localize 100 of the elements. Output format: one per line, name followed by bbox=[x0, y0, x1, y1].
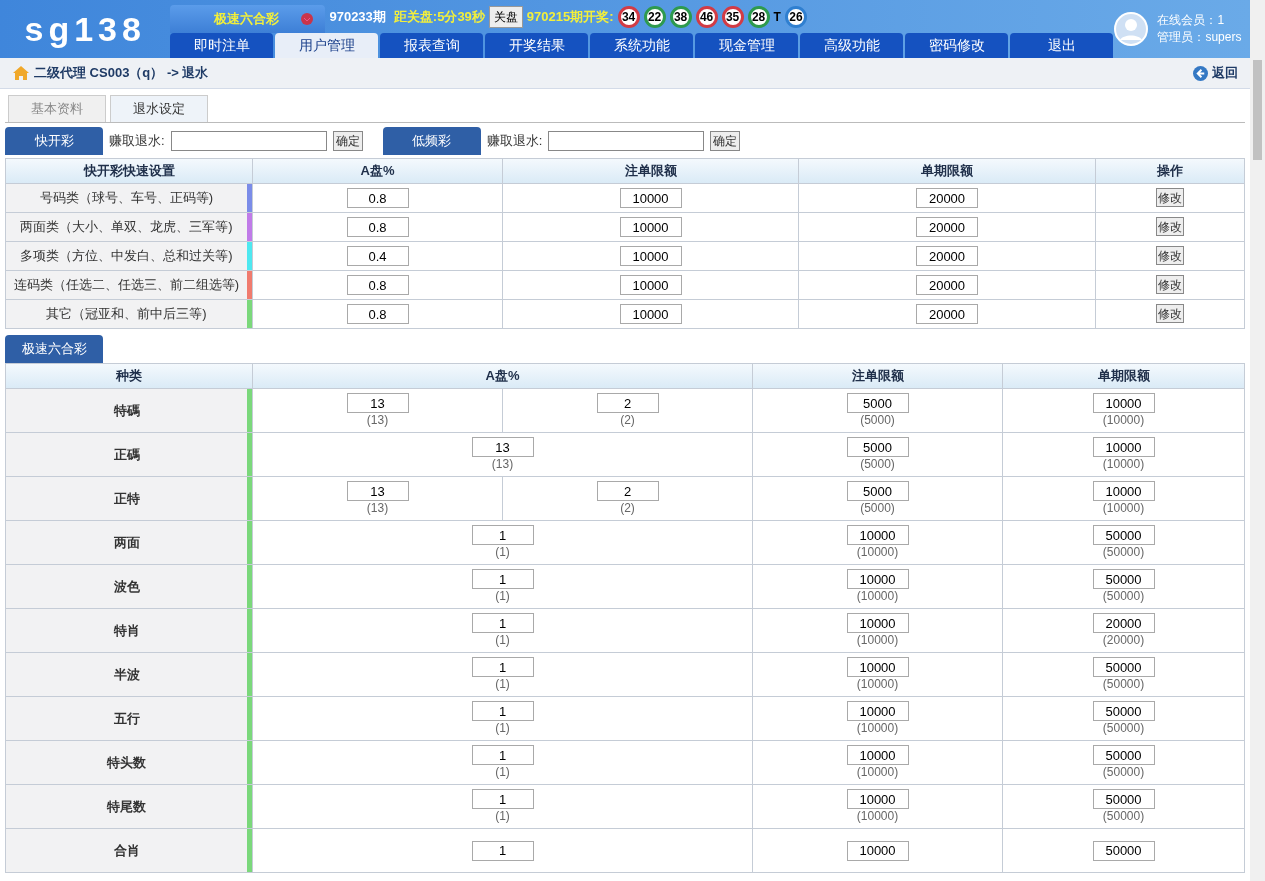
nav-tab[interactable]: 报表查询 bbox=[380, 33, 484, 58]
value-field[interactable]: 2 bbox=[596, 393, 659, 413]
value-field[interactable]: 1 bbox=[471, 701, 534, 721]
edit-button[interactable]: 修改 bbox=[1156, 188, 1184, 208]
default-value: (1) bbox=[495, 633, 510, 648]
edit-button[interactable]: 修改 bbox=[1156, 275, 1184, 295]
value-field[interactable]: 10000 bbox=[1092, 481, 1155, 501]
value-field[interactable]: 10000 bbox=[619, 275, 682, 295]
value-field[interactable]: 10000 bbox=[846, 613, 909, 633]
value-field[interactable]: 10000 bbox=[846, 701, 909, 721]
value-field[interactable]: 0.8 bbox=[346, 275, 409, 295]
value-field[interactable]: 20000 bbox=[1092, 613, 1155, 633]
column-header: 单期限额 bbox=[1002, 363, 1245, 389]
admin-name: 管理员：supers bbox=[1157, 29, 1242, 46]
scrollbar[interactable] bbox=[1250, 0, 1265, 881]
value-field[interactable]: 10000 bbox=[1092, 437, 1155, 457]
value-field[interactable]: 10000 bbox=[846, 657, 909, 677]
column-header: A盘% bbox=[252, 363, 753, 389]
value-field[interactable]: 20000 bbox=[916, 246, 978, 266]
default-value: (2) bbox=[620, 413, 635, 428]
dropdown-icon bbox=[301, 12, 314, 25]
value-field[interactable]: 13 bbox=[346, 481, 409, 501]
nav-tab[interactable]: 系统功能 bbox=[590, 33, 694, 58]
value-field[interactable]: 1 bbox=[471, 840, 534, 861]
rebate-field[interactable] bbox=[548, 130, 705, 151]
default-value: (10000) bbox=[1102, 413, 1145, 428]
column-header: 注单限额 bbox=[502, 158, 799, 184]
value-field[interactable]: 50000 bbox=[1092, 525, 1155, 545]
default-value: (50000) bbox=[1102, 765, 1145, 780]
value-field[interactable]: 0.8 bbox=[346, 304, 409, 324]
category-label: 正碼 bbox=[112, 445, 141, 464]
value-field[interactable]: 10000 bbox=[846, 525, 909, 545]
category-label: 波色 bbox=[112, 577, 141, 596]
default-value: (10000) bbox=[856, 589, 899, 604]
value-field[interactable]: 10000 bbox=[846, 745, 909, 765]
value-field[interactable]: 13 bbox=[471, 437, 534, 457]
value-field[interactable]: 1 bbox=[471, 613, 534, 633]
default-value: (50000) bbox=[1102, 589, 1145, 604]
nav-tab[interactable]: 密码修改 bbox=[905, 33, 1009, 58]
value-field[interactable]: 0.8 bbox=[346, 188, 409, 208]
value-field[interactable]: 50000 bbox=[1092, 745, 1155, 765]
nav-tab[interactable]: 开奖结果 bbox=[485, 33, 589, 58]
column-header: A盘% bbox=[252, 158, 503, 184]
value-field[interactable]: 2 bbox=[596, 481, 659, 501]
home-icon bbox=[12, 65, 30, 81]
default-value: (5000) bbox=[860, 413, 895, 428]
value-field[interactable]: 10000 bbox=[619, 246, 682, 266]
value-field[interactable]: 5000 bbox=[846, 393, 909, 413]
value-field[interactable]: 10000 bbox=[846, 569, 909, 589]
nav-tab[interactable]: 即时注单 bbox=[170, 33, 274, 58]
edit-button[interactable]: 修改 bbox=[1156, 217, 1184, 237]
value-field[interactable]: 50000 bbox=[1092, 840, 1155, 861]
nav-tab[interactable]: 退出 bbox=[1010, 33, 1114, 58]
default-value: (50000) bbox=[1102, 545, 1145, 560]
confirm-button[interactable]: 确定 bbox=[710, 130, 741, 151]
edit-button[interactable]: 修改 bbox=[1156, 246, 1184, 266]
default-value: (1) bbox=[495, 721, 510, 736]
value-field[interactable]: 10000 bbox=[619, 217, 682, 237]
back-link[interactable]: 返回 bbox=[1193, 63, 1238, 83]
value-field[interactable]: 50000 bbox=[1092, 657, 1155, 677]
default-value: (10000) bbox=[856, 633, 899, 648]
value-field[interactable]: 50000 bbox=[1092, 701, 1155, 721]
value-field[interactable]: 10000 bbox=[1092, 393, 1155, 413]
value-field[interactable]: 1 bbox=[471, 657, 534, 677]
nav-tab[interactable]: 现金管理 bbox=[695, 33, 799, 58]
section-label: 快开彩 bbox=[5, 126, 103, 155]
value-field[interactable]: 0.4 bbox=[346, 246, 409, 266]
value-field[interactable]: 20000 bbox=[916, 275, 978, 295]
value-field[interactable]: 5000 bbox=[846, 481, 909, 501]
rebate-field[interactable] bbox=[170, 130, 327, 151]
category-label: 其它（冠亚和、前中后三等) bbox=[45, 305, 208, 324]
value-field[interactable]: 10000 bbox=[619, 188, 682, 208]
value-field[interactable]: 1 bbox=[471, 745, 534, 765]
value-field[interactable]: 50000 bbox=[1092, 569, 1155, 589]
logo: sg138 bbox=[24, 8, 146, 50]
value-field[interactable]: 10000 bbox=[846, 840, 909, 861]
value-field[interactable]: 20000 bbox=[916, 304, 978, 324]
value-field[interactable]: 5000 bbox=[846, 437, 909, 457]
edit-button[interactable]: 修改 bbox=[1156, 304, 1184, 324]
value-field[interactable]: 0.8 bbox=[346, 217, 409, 237]
value-field[interactable]: 1 bbox=[471, 569, 534, 589]
nav-tab[interactable]: 用户管理 bbox=[275, 33, 379, 58]
default-value: (2) bbox=[620, 501, 635, 516]
default-value: (10000) bbox=[1102, 501, 1145, 516]
category-label: 两面类（大小、单双、龙虎、三军等) bbox=[19, 218, 234, 237]
value-field[interactable]: 20000 bbox=[916, 217, 978, 237]
value-field[interactable]: 1 bbox=[471, 789, 534, 809]
confirm-button[interactable]: 确定 bbox=[332, 130, 363, 151]
column-header: 注单限额 bbox=[752, 363, 1003, 389]
close-button[interactable]: 关盘 bbox=[488, 5, 523, 28]
value-field[interactable]: 20000 bbox=[916, 188, 978, 208]
category-label: 多项类（方位、中发白、总和过关等) bbox=[19, 247, 234, 266]
value-field[interactable]: 50000 bbox=[1092, 789, 1155, 809]
nav-tab[interactable]: 高级功能 bbox=[800, 33, 904, 58]
page-tab[interactable]: 退水设定 bbox=[110, 95, 208, 122]
value-field[interactable]: 1 bbox=[471, 525, 534, 545]
value-field[interactable]: 13 bbox=[346, 393, 409, 413]
value-field[interactable]: 10000 bbox=[619, 304, 682, 324]
value-field[interactable]: 10000 bbox=[846, 789, 909, 809]
section-label: 低频彩 bbox=[382, 126, 481, 155]
